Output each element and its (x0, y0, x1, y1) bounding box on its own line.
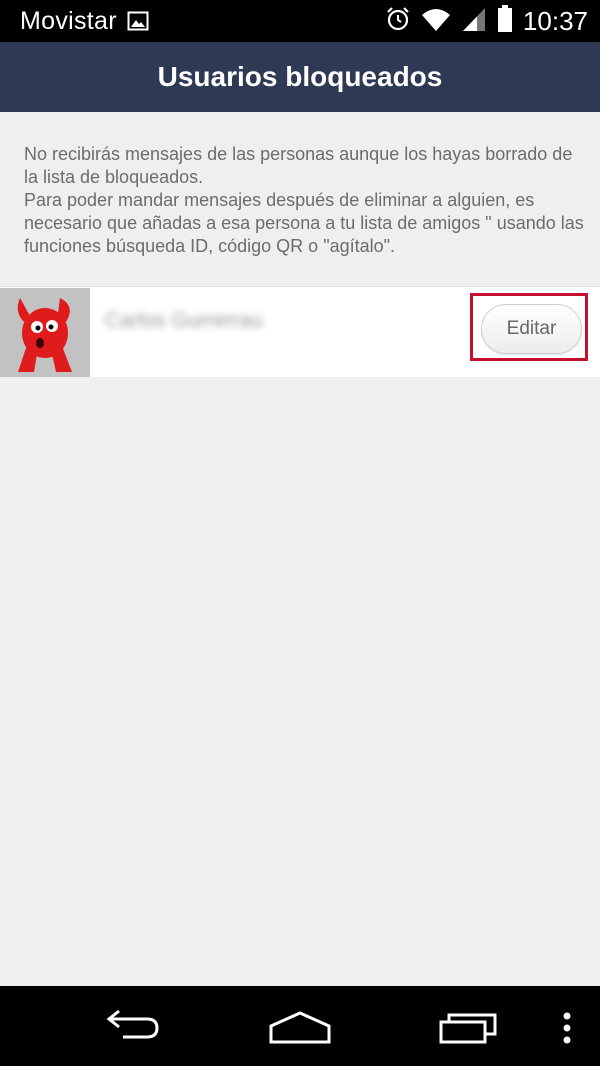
avatar (0, 288, 90, 377)
back-icon[interactable] (100, 1006, 166, 1046)
signal-icon (461, 6, 487, 37)
carrier-name: Movistar (20, 6, 117, 35)
status-time: 10:37 (522, 5, 588, 36)
overflow-menu-icon[interactable] (556, 1010, 578, 1046)
wifi-icon (421, 6, 451, 37)
status-bar: Movistar 10:37 (0, 0, 600, 42)
battery-icon (497, 4, 513, 38)
page-title: Usuarios bloqueados (157, 61, 443, 92)
home-icon[interactable] (266, 1008, 334, 1046)
gallery-icon (127, 11, 149, 31)
alarm-icon (385, 6, 411, 37)
info-text: No recibirás mensajes de las personas au… (24, 143, 584, 258)
blocked-user-row: Carlos Gurrerrau Editar (0, 286, 600, 377)
blocked-user-name: Carlos Gurrerrau (105, 309, 263, 332)
recents-icon[interactable] (434, 1008, 502, 1046)
navigation-bar (0, 986, 600, 1066)
title-bar: Usuarios bloqueados (0, 42, 600, 112)
info-paragraph-1: No recibirás mensajes de las personas au… (24, 144, 573, 187)
info-paragraph-2: Para poder mandar mensajes después de el… (24, 190, 584, 256)
edit-button[interactable]: Editar (481, 304, 582, 354)
